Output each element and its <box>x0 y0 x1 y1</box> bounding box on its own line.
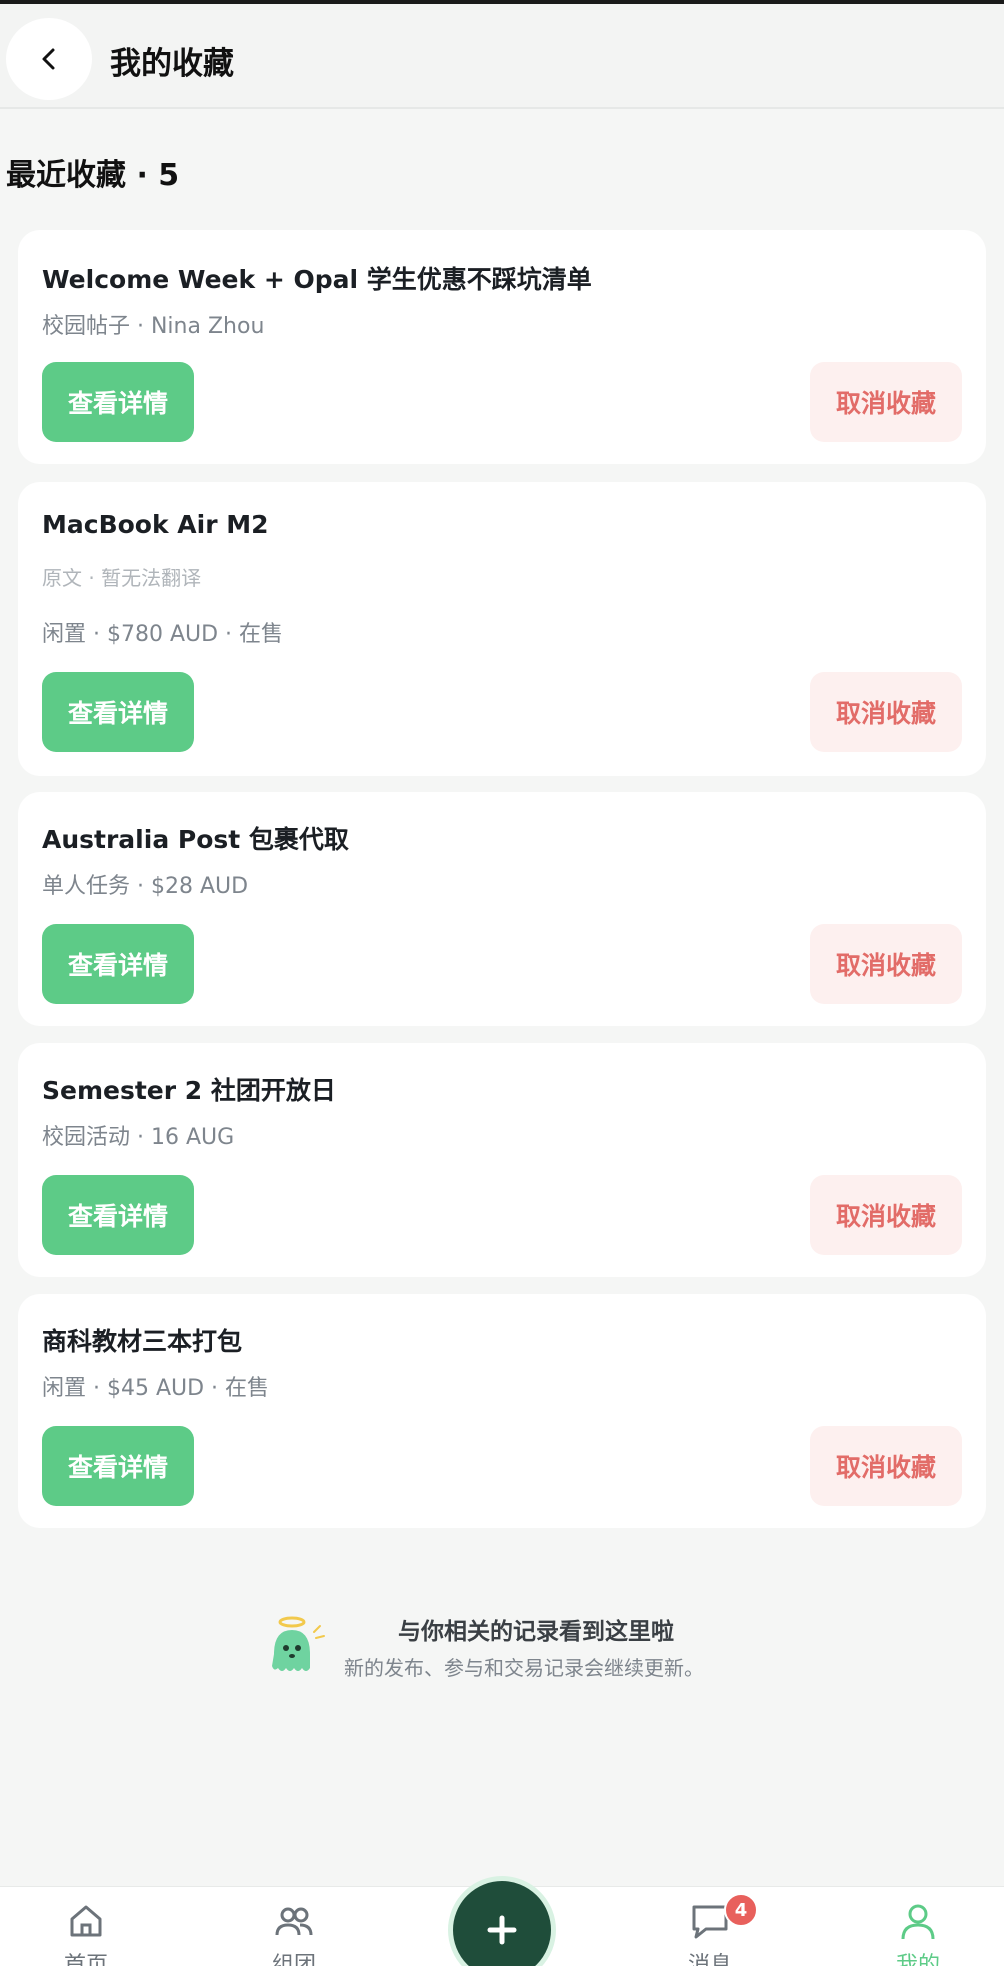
group-icon <box>275 1907 313 1936</box>
nav-label: 组团 <box>271 1953 316 1966</box>
unfavorite-button[interactable]: 取消收藏 <box>810 1175 962 1255</box>
translation-note: 原文 · 暂无法翻译 <box>42 566 202 590</box>
card-title: Welcome Week + Opal 学生优惠不踩坑清单 <box>42 265 592 294</box>
nav-label: 我的 <box>895 1953 940 1966</box>
card-title: 商科教材三本打包 <box>42 1327 243 1356</box>
view-details-button[interactable]: 查看详情 <box>42 362 194 442</box>
nav-label: 消息 <box>687 1953 732 1966</box>
unfavorite-button[interactable]: 取消收藏 <box>810 672 962 752</box>
profile-icon <box>901 1904 935 1940</box>
view-details-button[interactable]: 查看详情 <box>42 672 194 752</box>
chevron-left-icon <box>42 48 55 70</box>
nav-item-home[interactable]: 首页 <box>26 1887 146 1966</box>
unfavorite-button[interactable]: 取消收藏 <box>810 362 962 442</box>
favorite-card: Welcome Week + Opal 学生优惠不踩坑清单 校园帖子 · Nin… <box>18 230 986 464</box>
card-meta: 闲置 · $45 AUD · 在售 <box>42 1376 270 1401</box>
card-title: Australia Post 包裹代取 <box>42 825 349 854</box>
mascot-icon <box>272 1616 325 1671</box>
end-of-list-message: 与你相关的记录看到这里啦 新的发布、参与和交易记录会继续更新。 <box>264 1608 784 1688</box>
section-title: 最近收藏 · 5 <box>6 158 180 193</box>
view-details-button[interactable]: 查看详情 <box>42 1175 194 1255</box>
nav-label: 首页 <box>63 1953 108 1966</box>
card-meta: 校园帖子 · Nina Zhou <box>42 314 265 339</box>
unfavorite-button[interactable]: 取消收藏 <box>810 924 962 1004</box>
end-subtitle: 新的发布、参与和交易记录会继续更新。 <box>344 1656 704 1680</box>
header-bar: 我的收藏 <box>0 4 1004 109</box>
card-meta: 校园活动 · 16 AUG <box>42 1125 235 1150</box>
favorite-card: Australia Post 包裹代取 单人任务 · $28 AUD 查看详情 … <box>18 792 986 1026</box>
back-button[interactable] <box>6 18 92 100</box>
card-meta: 单人任务 · $28 AUD <box>42 874 249 899</box>
card-title: MacBook Air M2 <box>42 510 269 539</box>
end-title: 与你相关的记录看到这里啦 <box>398 1619 674 1645</box>
nav-item-group[interactable]: 组团 <box>234 1887 354 1966</box>
nav-item-profile[interactable]: 我的 <box>858 1887 978 1966</box>
view-details-button[interactable]: 查看详情 <box>42 924 194 1004</box>
favorite-card: MacBook Air M2 原文 · 暂无法翻译 闲置 · $780 AUD … <box>18 482 986 776</box>
card-meta: 闲置 · $780 AUD · 在售 <box>42 622 284 647</box>
plus-icon <box>487 1915 517 1945</box>
favorite-card: Semester 2 社团开放日 校园活动 · 16 AUG 查看详情 取消收藏 <box>18 1043 986 1277</box>
home-icon <box>70 1905 102 1937</box>
favorite-card: 商科教材三本打包 闲置 · $45 AUD · 在售 查看详情 取消收藏 <box>18 1294 986 1528</box>
view-details-button[interactable]: 查看详情 <box>42 1426 194 1506</box>
unfavorite-button[interactable]: 取消收藏 <box>810 1426 962 1506</box>
page-title: 我的收藏 <box>110 46 234 82</box>
message-badge: 4 <box>724 1893 758 1927</box>
card-title: Semester 2 社团开放日 <box>42 1076 336 1105</box>
